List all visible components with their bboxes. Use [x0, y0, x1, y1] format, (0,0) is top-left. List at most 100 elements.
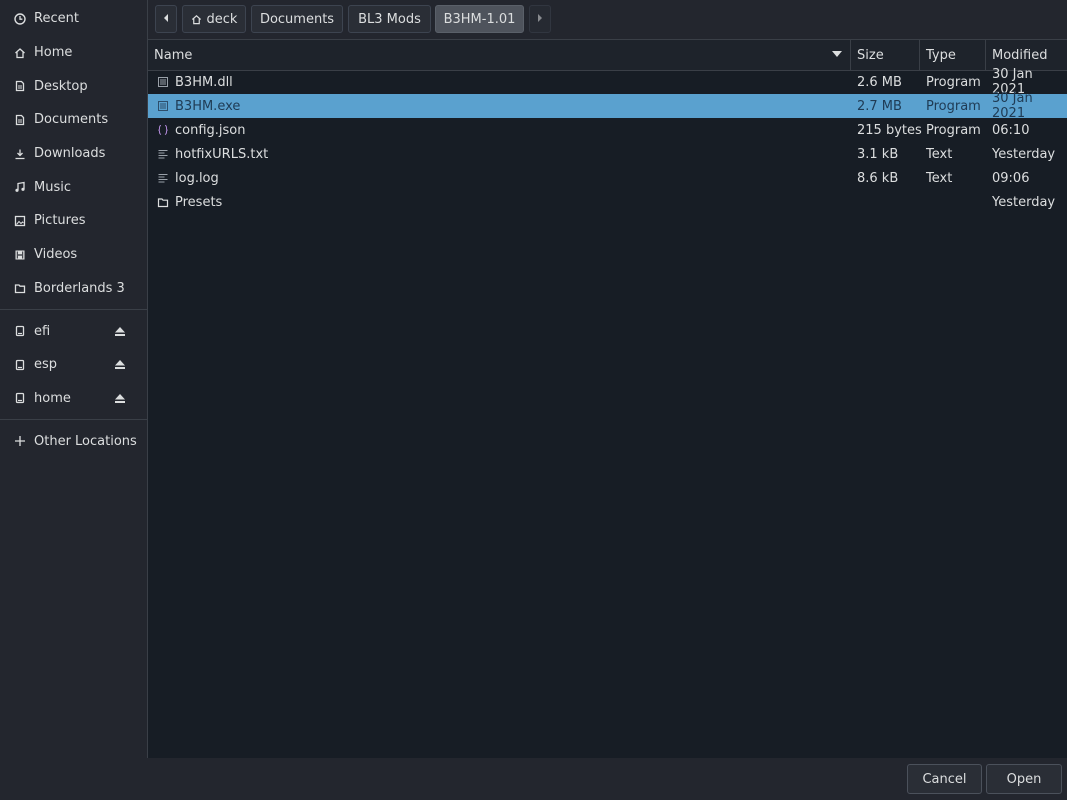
sidebar-item-label: esp	[34, 357, 58, 373]
folder-icon	[156, 195, 170, 209]
table-row[interactable]: hotfixURLS.txt 3.1 kB Text Yesterday	[148, 142, 1067, 166]
cancel-button[interactable]: Cancel	[907, 764, 982, 794]
sidebar-item-documents[interactable]: Documents	[0, 103, 147, 137]
sidebar-item-label: efi	[34, 323, 51, 339]
crumb-documents[interactable]: Documents	[251, 5, 343, 33]
column-header-size[interactable]: Size	[851, 40, 920, 70]
json-file-icon	[156, 123, 170, 137]
column-name-label: Name	[154, 47, 193, 63]
file-type: Program	[926, 98, 981, 114]
file-size: 8.6 kB	[857, 170, 899, 186]
column-modified-label: Modified	[992, 47, 1048, 63]
crumb-deck[interactable]: deck	[182, 5, 246, 33]
file-size: 215 bytes	[857, 122, 922, 138]
sidebar-item-label: Home	[34, 45, 73, 61]
file-type: Text	[926, 170, 953, 186]
sidebar-item-label: Downloads	[34, 146, 106, 162]
sidebar-item-recent[interactable]: Recent	[0, 2, 147, 36]
crumb-bl3-mods[interactable]: BL3 Mods	[348, 5, 431, 33]
text-file-icon	[156, 171, 170, 185]
crumb-label: Documents	[259, 11, 335, 27]
table-row[interactable]: Presets Yesterday	[148, 190, 1067, 214]
drive-icon	[13, 358, 27, 372]
plus-icon	[13, 434, 27, 448]
documents-icon	[13, 113, 27, 127]
sidebar-item-label: home	[34, 390, 71, 406]
download-icon	[13, 147, 27, 161]
crumb-b3hm-1-01[interactable]: B3HM-1.01	[435, 5, 524, 33]
sidebar-item-borderlands-3[interactable]: Borderlands 3	[0, 272, 147, 306]
music-icon	[13, 180, 27, 194]
open-button-label: Open	[1006, 771, 1042, 787]
file-name: config.json	[175, 122, 246, 138]
chevron-left-icon	[162, 12, 170, 27]
home-icon	[191, 14, 202, 25]
sidebar-item-desktop[interactable]: Desktop	[0, 69, 147, 103]
file-modified: Yesterday	[992, 146, 1056, 162]
sidebar-item-videos[interactable]: Videos	[0, 238, 147, 272]
file-modified: 09:06	[992, 170, 1030, 186]
file-type: Program	[926, 122, 981, 138]
eject-icon[interactable]	[113, 393, 127, 404]
open-button[interactable]: Open	[986, 764, 1062, 794]
table-row[interactable]: log.log 8.6 kB Text 09:06	[148, 166, 1067, 190]
eject-icon[interactable]	[113, 359, 127, 370]
sidebar-item-downloads[interactable]: Downloads	[0, 137, 147, 171]
column-header-type[interactable]: Type	[920, 40, 986, 70]
sidebar-item-label: Pictures	[34, 213, 86, 229]
file-type: Program	[926, 74, 981, 90]
table-row[interactable]: B3HM.exe 2.7 MB Program 30 Jan 2021	[148, 91, 1067, 121]
cancel-button-label: Cancel	[922, 771, 967, 787]
sidebar-item-other-locations[interactable]: Other Locations	[0, 424, 147, 458]
sidebar-item-efi[interactable]: efi	[0, 314, 147, 348]
eject-icon[interactable]	[113, 326, 127, 337]
back-button[interactable]	[155, 5, 177, 33]
file-name: hotfixURLS.txt	[175, 146, 269, 162]
file-name: B3HM.exe	[175, 98, 241, 114]
forward-button[interactable]	[529, 5, 551, 33]
sidebar-separator	[0, 419, 147, 421]
pictures-icon	[13, 214, 27, 228]
file-type: Text	[926, 146, 953, 162]
home-icon	[13, 46, 27, 60]
sidebar-item-esp[interactable]: esp	[0, 348, 147, 382]
sidebar-item-label: Documents	[34, 112, 109, 128]
file-size: 2.6 MB	[857, 74, 902, 90]
sidebar-item-home[interactable]: Home	[0, 36, 147, 70]
table-row[interactable]: B3HM.dll 2.6 MB Program 30 Jan 2021	[148, 67, 1067, 97]
sort-descending-icon	[832, 51, 842, 58]
file-list-header: Name Size Type Modified	[148, 40, 1067, 71]
chevron-right-icon	[536, 12, 544, 27]
file-modified: Yesterday	[992, 194, 1056, 210]
sidebar-item-pictures[interactable]: Pictures	[0, 204, 147, 238]
sidebar-item-label: Other Locations	[34, 433, 137, 449]
desktop-icon	[13, 79, 27, 93]
file-modified: 30 Jan 2021	[992, 91, 1033, 121]
file-name: B3HM.dll	[175, 74, 233, 90]
file-size: 3.1 kB	[857, 146, 899, 162]
sidebar-item-label: Videos	[34, 247, 78, 263]
binary-file-icon	[156, 99, 170, 113]
binary-file-icon	[156, 75, 170, 89]
sidebar-item-home-drive[interactable]: home	[0, 382, 147, 416]
column-header-name[interactable]: Name	[148, 40, 851, 70]
file-size: 2.7 MB	[857, 98, 902, 114]
dialog-footer: Cancel Open	[0, 758, 1067, 800]
file-modified: 06:10	[992, 122, 1030, 138]
drive-icon	[13, 324, 27, 338]
drive-icon	[13, 391, 27, 405]
crumb-label: deck	[206, 11, 238, 27]
table-row[interactable]: config.json 215 bytes Program 06:10	[148, 118, 1067, 142]
folder-icon	[13, 281, 27, 295]
column-size-label: Size	[857, 47, 884, 63]
sidebar-separator	[0, 309, 147, 311]
file-list: B3HM.dll 2.6 MB Program 30 Jan 2021 B3HM…	[148, 67, 1067, 214]
text-file-icon	[156, 147, 170, 161]
crumb-label: BL3 Mods	[358, 11, 421, 27]
file-name: Presets	[175, 194, 223, 210]
column-header-modified[interactable]: Modified	[986, 40, 1067, 70]
sidebar-item-label: Borderlands 3	[34, 280, 125, 296]
sidebar-item-label: Desktop	[34, 78, 88, 94]
sidebar-item-label: Music	[34, 179, 71, 195]
sidebar-item-music[interactable]: Music	[0, 170, 147, 204]
